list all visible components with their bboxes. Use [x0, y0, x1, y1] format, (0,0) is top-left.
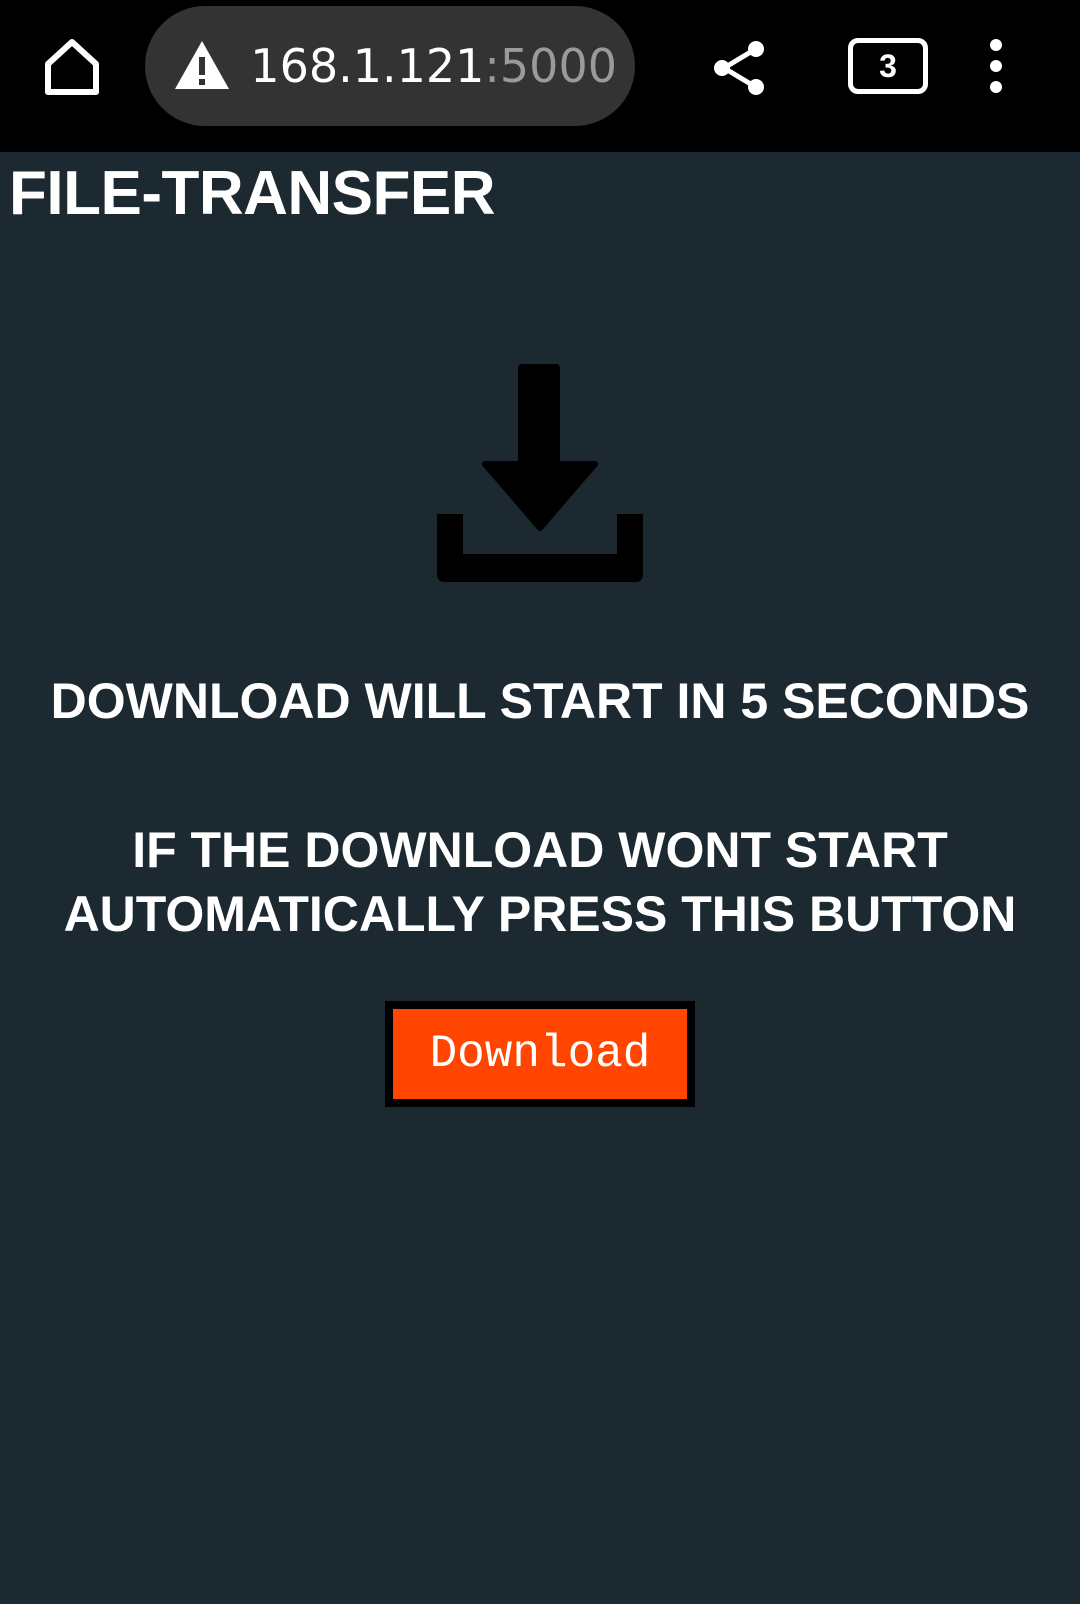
more-vert-icon[interactable]	[978, 38, 1014, 94]
download-instructions: IF THE DOWNLOAD WONT START AUTOMATICALLY…	[0, 818, 1080, 946]
tabs-count-button[interactable]: 3	[848, 38, 928, 94]
download-icon	[437, 364, 643, 582]
address-bar[interactable]: 2.168.1.121:5000	[145, 6, 635, 126]
instruction-line-2: AUTOMATICALLY PRESS THIS BUTTON	[63, 886, 1017, 942]
url-text: 2.168.1.121:5000	[247, 6, 617, 126]
download-status-text: DOWNLOAD WILL START IN 5 SECONDS	[50, 673, 1030, 729]
page-title: FILE-TRANSFER	[9, 159, 496, 228]
share-icon[interactable]	[710, 40, 770, 96]
url-host: 2.168.1.121	[247, 39, 485, 93]
url-port: :5000	[484, 39, 617, 93]
download-button[interactable]: Download	[385, 1001, 695, 1107]
browser-toolbar: 2.168.1.121:5000 3	[0, 0, 1080, 152]
home-icon[interactable]	[40, 34, 104, 98]
warning-icon[interactable]	[173, 39, 231, 91]
instruction-line-1: IF THE DOWNLOAD WONT START	[132, 822, 948, 878]
